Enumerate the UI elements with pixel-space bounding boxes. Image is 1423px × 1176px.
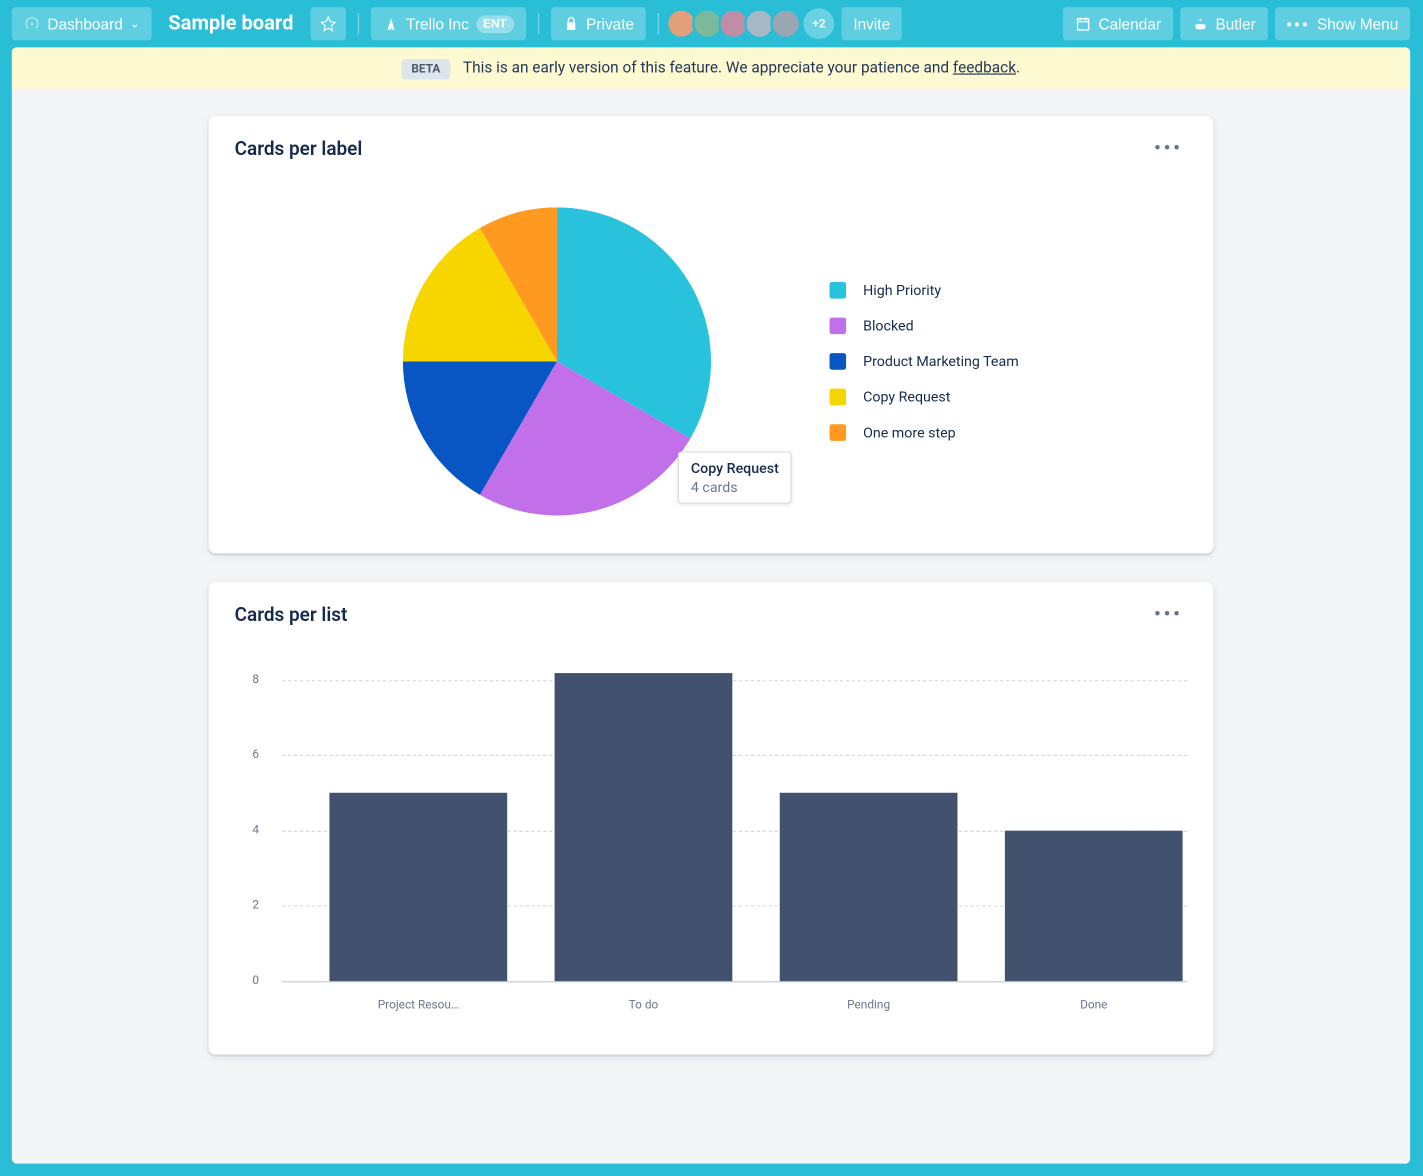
legend-item[interactable]: High Priority <box>830 282 1019 299</box>
org-tier-badge: ENT <box>476 15 514 33</box>
chevron-down-icon: ⌄ <box>130 17 140 30</box>
tooltip-sub: 4 cards <box>691 479 779 496</box>
board-canvas: BETA This is an early version of this fe… <box>12 47 1410 1163</box>
grid-line <box>282 755 1187 756</box>
privacy-button[interactable]: Private <box>551 7 646 40</box>
star-icon <box>320 15 337 32</box>
more-members[interactable]: +2 <box>804 8 835 39</box>
legend-swatch <box>830 282 847 299</box>
y-tick-label: 4 <box>252 824 259 837</box>
legend-item[interactable]: One more step <box>830 424 1019 441</box>
dashboard-icon <box>24 15 41 32</box>
bar[interactable] <box>555 673 733 982</box>
y-tick-label: 6 <box>252 749 259 762</box>
x-tick-label: Pending <box>780 999 958 1012</box>
grid-line <box>282 981 1187 982</box>
legend-label: One more step <box>863 424 956 441</box>
legend-label: Copy Request <box>863 389 950 406</box>
chart-menu-button[interactable]: ••• <box>1149 608 1187 620</box>
chart-tooltip: Copy Request 4 cards <box>678 451 792 503</box>
view-switcher[interactable]: Dashboard ⌄ <box>12 7 152 40</box>
x-tick-label: Project Resou… <box>329 999 507 1012</box>
legend-label: Product Marketing Team <box>863 353 1019 370</box>
chart-title: Cards per label <box>235 137 363 160</box>
x-tick-label: To do <box>555 999 733 1012</box>
view-switcher-label: Dashboard <box>47 15 122 33</box>
legend-swatch <box>830 318 847 335</box>
bar[interactable] <box>1005 831 1183 982</box>
beta-banner: BETA This is an early version of this fe… <box>12 47 1410 88</box>
banner-text: This is an early version of this feature… <box>463 59 953 77</box>
cards-per-label-card: Cards per label ••• High Priority Blocked… <box>209 116 1214 553</box>
legend-item[interactable]: Product Marketing Team <box>830 353 1019 370</box>
board-title[interactable]: Sample board <box>159 12 303 36</box>
privacy-label: Private <box>586 15 634 33</box>
calendar-button[interactable]: Calendar <box>1063 7 1173 40</box>
bar[interactable] <box>780 793 958 981</box>
show-menu-label: Show Menu <box>1317 15 1398 33</box>
banner-after: . <box>1016 59 1020 77</box>
divider <box>538 13 539 34</box>
invite-button[interactable]: Invite <box>841 7 902 40</box>
bar[interactable] <box>329 793 507 981</box>
cards-per-list-card: Cards per list ••• 0 2 4 6 8 Project Resou… To… <box>209 582 1214 1055</box>
show-menu-button[interactable]: ••• Show Menu <box>1275 7 1410 40</box>
board-header: Dashboard ⌄ Sample board Trello Inc ENT … <box>0 0 1422 47</box>
y-tick-label: 2 <box>252 899 259 912</box>
legend-item[interactable]: Copy Request <box>830 389 1019 406</box>
divider <box>658 13 659 34</box>
more-icon: ••• <box>1287 15 1310 33</box>
pie-chart <box>403 207 711 515</box>
butler-button[interactable]: Butler <box>1180 7 1268 40</box>
y-tick-label: 8 <box>252 674 259 687</box>
legend-label: High Priority <box>863 282 941 299</box>
pie-legend: High Priority Blocked Product Marketing Te… <box>830 282 1019 441</box>
legend-swatch <box>830 353 847 370</box>
org-button[interactable]: Trello Inc ENT <box>370 7 525 40</box>
dashboard-scroll[interactable]: Cards per label ••• High Priority Blocked… <box>12 92 1410 1163</box>
divider <box>357 13 358 34</box>
bar-chart: 0 2 4 6 8 Project Resou… To do Pending Done <box>235 649 1188 1028</box>
calendar-icon <box>1075 15 1092 32</box>
lock-icon <box>562 15 579 32</box>
star-button[interactable] <box>310 7 346 40</box>
legend-item[interactable]: Blocked <box>830 318 1019 335</box>
tooltip-title: Copy Request <box>691 460 779 477</box>
y-tick-label: 0 <box>252 975 259 988</box>
x-tick-label: Done <box>1005 999 1183 1012</box>
butler-label: Butler <box>1215 15 1255 33</box>
chart-menu-button[interactable]: ••• <box>1149 143 1187 155</box>
beta-badge: BETA <box>402 59 450 79</box>
org-name: Trello Inc <box>406 15 469 33</box>
grid-line <box>282 680 1187 681</box>
member-avatars[interactable]: +2 <box>671 8 835 39</box>
legend-swatch <box>830 424 847 441</box>
feedback-link[interactable]: feedback <box>953 59 1016 77</box>
chart-title: Cards per list <box>235 603 348 626</box>
atlassian-icon <box>382 15 399 32</box>
calendar-label: Calendar <box>1098 15 1161 33</box>
butler-icon <box>1192 15 1209 32</box>
legend-label: Blocked <box>863 318 914 335</box>
legend-swatch <box>830 389 847 406</box>
avatar[interactable] <box>770 8 801 39</box>
